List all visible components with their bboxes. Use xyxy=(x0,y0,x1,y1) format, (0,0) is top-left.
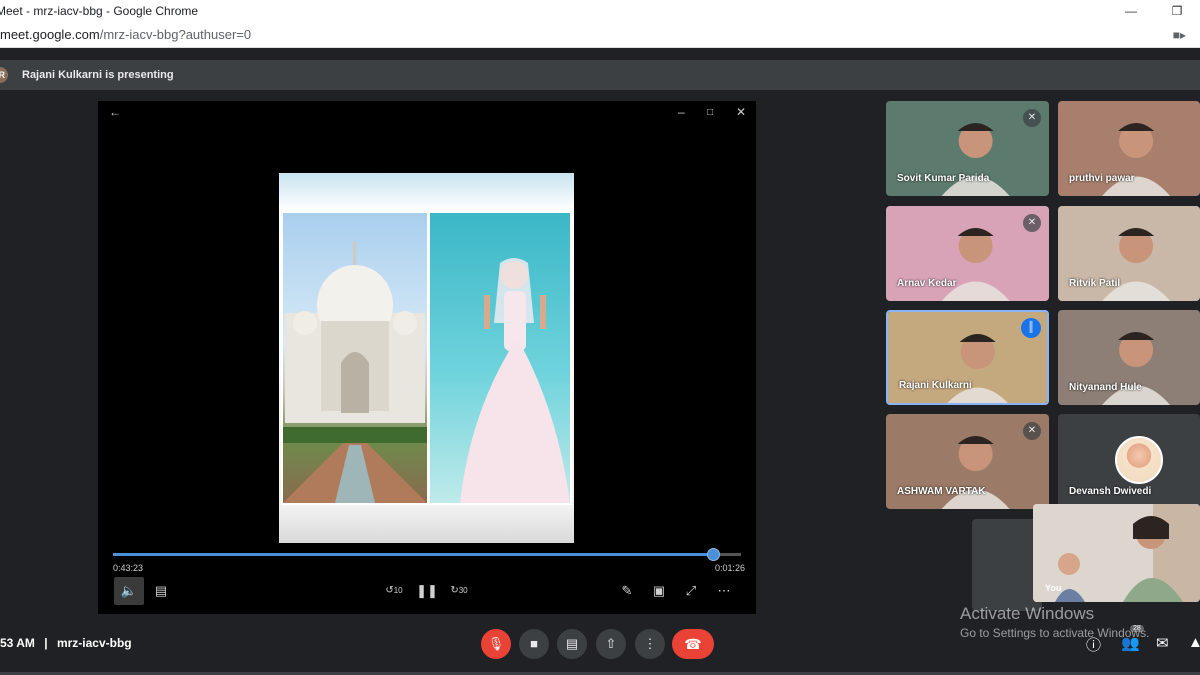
restore-icon[interactable]: ❐ xyxy=(1154,0,1200,22)
watermark-title: Activate Windows xyxy=(960,604,1095,623)
separator xyxy=(0,48,1200,56)
progress-knob[interactable] xyxy=(706,548,720,561)
participant-tile[interactable]: Nityanand Hule xyxy=(1058,310,1200,405)
participant-name: Ritvik Patil xyxy=(1069,278,1121,289)
muted-mic-icon: ✕ xyxy=(1023,214,1041,232)
presenting-bar: R Rajani Kulkarni is presenting xyxy=(0,60,1200,90)
participant-tile[interactable]: Devansh Dwivedi xyxy=(1058,414,1200,509)
address-bar[interactable]: meet.google.com/mrz-iacv-bbg?authuser=0 … xyxy=(0,22,1200,48)
participant-avatar xyxy=(1115,436,1163,484)
participant-name: Devansh Dwivedi xyxy=(1069,486,1152,497)
meeting-info: 53 AM | mrz-iacv-bbg xyxy=(0,636,132,650)
participant-tile[interactable]: ASHWAM VARTAK ✕ xyxy=(886,414,1049,509)
muted-mic-icon: ✕ xyxy=(1023,109,1041,127)
self-label: You xyxy=(1045,583,1062,593)
chat-icon[interactable]: ✉ xyxy=(1156,634,1169,652)
camera-permission-icon[interactable]: ■▸ xyxy=(1173,22,1186,48)
participant-name: Nityanand Hule xyxy=(1069,382,1142,393)
picture-in-picture-icon[interactable]: ▣ xyxy=(644,577,674,605)
rewind-10-icon[interactable]: ↺10 xyxy=(379,577,409,605)
minimize-icon[interactable]: — xyxy=(1108,0,1154,22)
window-title: Meet - mrz-iacv-bbg - Google Chrome xyxy=(0,4,199,18)
participant-tile[interactable]: Rajani Kulkarni ║ xyxy=(886,310,1049,405)
end-call-icon[interactable]: ☎ xyxy=(672,629,714,659)
elapsed-time: 0:43:23 xyxy=(113,563,144,573)
activate-windows-watermark: Activate Windows Go to Settings to activ… xyxy=(960,604,1149,640)
back-arrow-icon[interactable]: ← xyxy=(109,105,121,119)
captions-icon[interactable]: ▤ xyxy=(146,577,176,605)
video-frame xyxy=(279,173,574,543)
progress-fill xyxy=(113,553,713,556)
watermark-subtitle: Go to Settings to activate Windows. xyxy=(960,626,1150,640)
forward-30-icon[interactable]: ↻30 xyxy=(444,577,474,605)
photo-collage xyxy=(281,211,572,505)
presented-video-player: ← – □ ✕ 0:43:23 0:01:26 🔈 ▤ ↺10 ❚❚ ↻30 ✎… xyxy=(98,101,756,614)
meeting-time: 53 AM xyxy=(0,636,35,650)
girl-in-white-dress-image xyxy=(430,213,570,503)
participant-name: Rajani Kulkarni xyxy=(899,380,972,391)
rewind-label: 10 xyxy=(393,586,403,595)
pencil-icon[interactable]: ✎ xyxy=(612,577,642,605)
pause-icon[interactable]: ❚❚ xyxy=(412,577,442,605)
participant-tile[interactable]: Ritvik Patil xyxy=(1058,206,1200,301)
video-progress-bar[interactable] xyxy=(113,548,741,561)
meeting-code[interactable]: mrz-iacv-bbg xyxy=(57,636,132,650)
presenter-avatar: R xyxy=(0,67,8,83)
url-host: meet.google.com xyxy=(0,27,100,42)
participant-name: pruthvi pawar xyxy=(1069,173,1135,184)
fullscreen-icon[interactable]: ⤢ xyxy=(676,577,706,605)
self-tile[interactable] xyxy=(972,519,1042,611)
participant-tile[interactable]: pruthvi pawar xyxy=(1058,101,1200,196)
participant-tile[interactable]: Sovit Kumar Parida ✕ xyxy=(886,101,1049,196)
participant-name: Sovit Kumar Parida xyxy=(897,173,990,184)
speaking-indicator-icon: ║ xyxy=(1021,318,1041,338)
meeting-separator: | xyxy=(44,636,48,650)
presenting-text: Rajani Kulkarni is presenting xyxy=(22,69,174,81)
close-icon[interactable]: ✕ xyxy=(736,105,746,119)
url-path: /mrz-iacv-bbg?authuser=0 xyxy=(99,27,252,42)
participant-name: ASHWAM VARTAK xyxy=(897,486,986,497)
more-options-icon[interactable]: ⋯ xyxy=(709,577,739,605)
remaining-time: 0:01:26 xyxy=(715,563,746,573)
maximize-icon[interactable]: □ xyxy=(707,107,713,118)
muted-mic-icon: ✕ xyxy=(1023,422,1041,440)
mic-off-icon[interactable]: 🎙 xyxy=(481,629,511,659)
more-options-button-icon[interactable]: ⋮ xyxy=(635,629,665,659)
volume-icon[interactable]: 🔈 xyxy=(114,577,144,605)
participant-tile[interactable]: Arnav Kedar ✕ xyxy=(886,206,1049,301)
captions-button-icon[interactable]: ▤ xyxy=(557,629,587,659)
present-screen-icon[interactable]: ⇧ xyxy=(596,629,626,659)
minimize-icon[interactable]: – xyxy=(678,105,685,119)
participant-name: Arnav Kedar xyxy=(897,278,957,289)
forward-label: 30 xyxy=(458,586,468,595)
activities-icon[interactable]: ▲ xyxy=(1188,634,1200,651)
taj-mahal-image xyxy=(283,213,427,503)
camera-icon[interactable]: ■ xyxy=(519,629,549,659)
window-title-bar: Meet - mrz-iacv-bbg - Google Chrome — ❐ xyxy=(0,0,1200,22)
